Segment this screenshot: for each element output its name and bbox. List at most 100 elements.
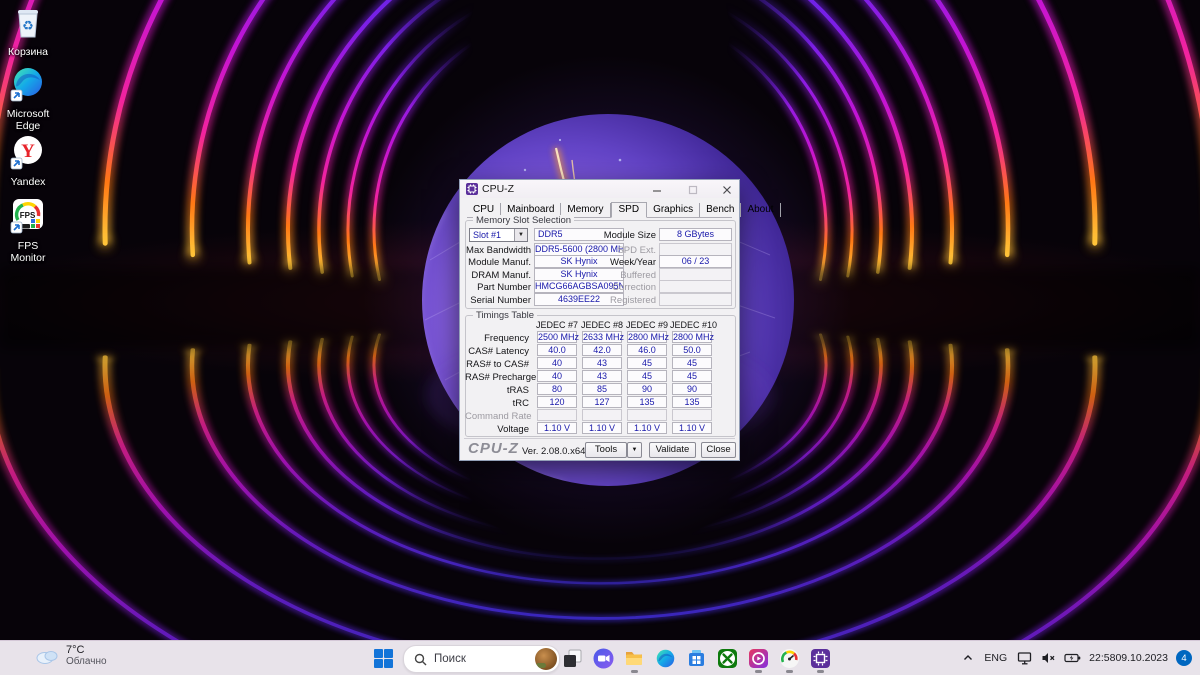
yandex-icon: Y xyxy=(10,136,42,170)
timing-cell: 127 xyxy=(582,396,622,408)
tab-about[interactable]: About xyxy=(741,203,781,217)
field-label: Serial Number xyxy=(470,295,531,306)
hidden-icons-button[interactable] xyxy=(958,644,978,672)
network-button[interactable] xyxy=(1013,644,1037,672)
timing-cell: 1.10 V xyxy=(627,422,667,434)
svg-text:FPS: FPS xyxy=(20,211,36,220)
desktop-icon-fps-monitor[interactable]: FPS FPS Monitor xyxy=(1,198,55,264)
chat-button[interactable] xyxy=(589,644,617,672)
edge-button[interactable] xyxy=(651,644,679,672)
media-player-icon xyxy=(748,648,768,668)
column-header: JEDEC #10 xyxy=(670,320,718,330)
validate-button[interactable]: Validate xyxy=(649,442,696,458)
timing-cell: 2633 MHz xyxy=(582,331,625,343)
microsoft-store-button[interactable] xyxy=(682,644,710,672)
row-label: RAS# Precharge xyxy=(465,372,537,383)
field-label: DRAM Manuf. xyxy=(471,270,531,281)
desktop-icon-label: FPS Monitor xyxy=(10,240,46,264)
timing-cell: 45 xyxy=(672,370,712,382)
timing-cell: 50.0 xyxy=(672,344,712,356)
task-view-button[interactable] xyxy=(558,644,586,672)
field-label: Max Bandwidth xyxy=(466,245,531,256)
row-label: tRC xyxy=(512,398,529,409)
desktop-icon-edge[interactable]: Microsoft Edge xyxy=(1,66,55,132)
tab-graphics[interactable]: Graphics xyxy=(647,203,701,217)
slot-select-dropdown[interactable]: Slot #1 ▼ xyxy=(469,228,528,242)
weather-condition: Облачно xyxy=(66,656,107,667)
chevron-up-icon xyxy=(964,655,973,660)
row-label: Voltage xyxy=(497,424,529,435)
weather-temp: 7°C xyxy=(66,644,85,656)
row-label: RAS# to CAS# xyxy=(466,359,529,370)
edge-icon xyxy=(10,68,42,102)
row-label: Command Rate xyxy=(465,411,532,422)
system-tray: ENG 22:58 09.10.2023 4 xyxy=(958,641,1200,675)
file-explorer-button[interactable] xyxy=(620,644,648,672)
timing-cell xyxy=(582,409,622,421)
xbox-icon xyxy=(717,648,737,668)
timing-cell: 90 xyxy=(672,383,712,395)
title-bar[interactable]: CPU-Z xyxy=(460,180,739,198)
volume-button[interactable] xyxy=(1037,644,1060,672)
fps-monitor-button[interactable] xyxy=(775,644,803,672)
timing-cell: 85 xyxy=(582,383,622,395)
timing-cell: 43 xyxy=(582,370,622,382)
group-title: Timings Table xyxy=(473,310,538,321)
close-button[interactable]: Close xyxy=(701,442,736,458)
field-label: SPD Ext. xyxy=(617,245,656,256)
row-label: tRAS xyxy=(506,385,529,396)
timing-cell: 120 xyxy=(537,396,577,408)
running-indicator-file-explorer xyxy=(631,670,638,673)
search-input[interactable]: Поиск xyxy=(403,645,560,673)
windows-logo-icon xyxy=(373,648,393,668)
battery-button[interactable] xyxy=(1060,644,1085,672)
field-label: Module Size xyxy=(603,230,656,241)
notification-badge[interactable]: 4 xyxy=(1176,650,1192,666)
media-player-button[interactable] xyxy=(744,644,772,672)
start-button[interactable] xyxy=(369,644,397,672)
running-indicator-media-player xyxy=(755,670,762,673)
language-indicator[interactable]: ENG xyxy=(978,644,1013,672)
timing-cell: 40.0 xyxy=(537,344,577,356)
network-icon xyxy=(1018,651,1032,664)
desktop-icon-label: Корзина xyxy=(8,46,48,58)
timing-cell: 42.0 xyxy=(582,344,622,356)
tab-spd[interactable]: SPD xyxy=(610,202,648,218)
field-label: Registered xyxy=(610,295,656,306)
running-indicator-cpuz xyxy=(817,670,824,673)
desktop-icon-recycle-bin[interactable]: ♻ Корзина xyxy=(1,4,55,59)
desktop-icon-yandex[interactable]: Y Yandex xyxy=(1,134,55,189)
minimize-button[interactable] xyxy=(646,182,668,196)
xbox-button[interactable] xyxy=(713,644,741,672)
edge-taskbar-icon xyxy=(656,649,674,667)
field-label: Buffered xyxy=(620,270,656,281)
timing-cell: 2500 MHz xyxy=(537,331,580,343)
desktop-icon-label: Yandex xyxy=(10,176,46,188)
close-window-button[interactable] xyxy=(716,182,738,196)
cloud-icon xyxy=(36,650,58,664)
timing-cell: 45 xyxy=(627,370,667,382)
module-size-field: 8 GBytes xyxy=(659,228,732,241)
row-label: Frequency xyxy=(484,333,529,344)
maximize-button[interactable] xyxy=(682,182,704,196)
taskbar: 7°C Облачно Поиск ENG 22:58 09.10.2023 4 xyxy=(0,640,1200,675)
timing-cell: 1.10 V xyxy=(582,422,622,434)
microsoft-store-icon xyxy=(688,649,704,666)
group-title: Memory Slot Selection xyxy=(473,215,575,226)
column-header: JEDEC #9 xyxy=(625,320,669,330)
timing-cell: 135 xyxy=(627,396,667,408)
tools-button[interactable]: Tools xyxy=(585,442,627,458)
desktop-icon-label: Microsoft Edge xyxy=(6,108,50,132)
search-placeholder: Поиск xyxy=(434,653,466,665)
task-view-icon xyxy=(564,649,582,667)
weather-widget[interactable]: 7°C Облачно xyxy=(34,644,107,667)
clock[interactable]: 22:58 09.10.2023 xyxy=(1085,644,1172,672)
tools-dropdown-button[interactable]: ▼ xyxy=(627,442,642,458)
cpuz-taskbar-button[interactable] xyxy=(806,644,834,672)
timing-cell xyxy=(627,409,667,421)
tab-bench[interactable]: Bench xyxy=(700,203,742,217)
field-label: Part Number xyxy=(477,282,531,293)
volume-muted-icon xyxy=(1042,653,1055,663)
timing-cell: 1.10 V xyxy=(537,422,577,434)
cpuz-app-icon xyxy=(466,183,478,195)
